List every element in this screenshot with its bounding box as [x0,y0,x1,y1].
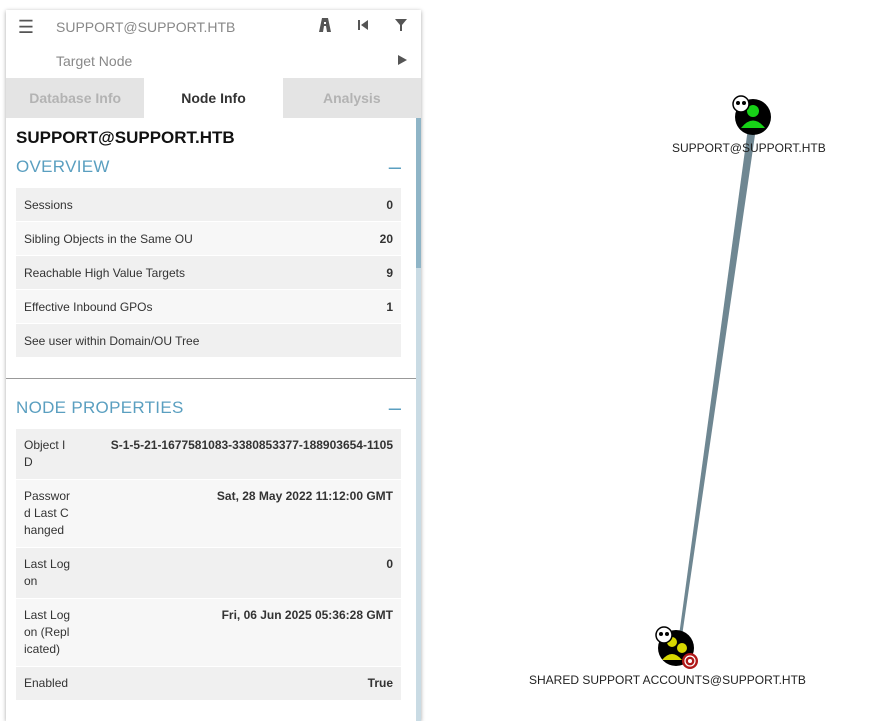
back-icon[interactable] [344,18,382,36]
high-value-target-icon [682,653,698,669]
node-info-content[interactable]: SUPPORT@SUPPORT.HTB OVERVIEW – Sessions … [6,118,416,721]
section-divider [6,378,416,379]
overview-label: Reachable High Value Targets [24,265,185,280]
properties-header[interactable]: NODE PROPERTIES – [16,395,401,421]
overview-header[interactable]: OVERVIEW – [16,154,401,180]
collapse-icon[interactable]: – [389,397,401,419]
overview-row-ou-tree[interactable]: See user within Domain/OU Tree [16,324,401,358]
overview-label: See user within Domain/OU Tree [24,333,200,348]
overview-value: 0 [386,197,393,212]
target-node-input[interactable] [46,53,306,69]
properties-title: NODE PROPERTIES [16,398,184,417]
property-row-enabled: Enabled True [16,667,401,701]
node-label-group[interactable]: SHARED SUPPORT ACCOUNTS@SUPPORT.HTB [529,673,806,687]
property-row-object-id: Object ID S-1-5-21-1677581083-3380853377… [16,429,401,480]
tab-node-info[interactable]: Node Info [144,78,283,118]
property-value: True [367,676,393,690]
tab-bar: Database Info Node Info Analysis [6,78,421,118]
search-row: ☰ [6,10,421,44]
overview-label: Sibling Objects in the Same OU [24,231,193,246]
menu-icon[interactable]: ☰ [6,17,46,38]
property-key: Last Logon (Replicated) [24,608,71,656]
overview-table: Sessions 0 Sibling Objects in the Same O… [16,188,401,358]
overview-title: OVERVIEW [16,157,110,176]
property-value: S-1-5-21-1677581083-3380853377-188903654… [110,438,393,452]
overview-row-hvt[interactable]: Reachable High Value Targets 9 [16,256,401,290]
tab-analysis[interactable]: Analysis [282,78,421,118]
node-info-panel: ☰ Database Info Node Info Analysis SUPPO… [6,10,421,721]
source-node-search-input[interactable] [46,19,306,35]
pathfinding-icon[interactable] [306,17,344,37]
graph-edge[interactable] [678,128,756,643]
overview-value: 9 [386,265,393,280]
node-group-shared-support[interactable] [655,626,698,669]
play-icon[interactable] [383,53,421,70]
property-key: Password Last Changed [24,489,71,537]
property-key: Enabled [24,676,69,690]
properties-table: Object ID S-1-5-21-1677581083-3380853377… [16,429,401,701]
overview-row-sessions[interactable]: Sessions 0 [16,188,401,222]
property-value: 0 [386,557,393,571]
overview-label: Sessions [24,197,73,212]
property-row-password-last-changed: Password Last Changed Sat, 28 May 2022 1… [16,480,401,548]
target-row [6,44,421,78]
overview-value: 20 [379,231,393,246]
owned-skull-icon [732,95,750,113]
property-value: Fri, 06 Jun 2025 05:36:28 GMT [221,608,393,622]
overview-row-gpos[interactable]: Effective Inbound GPOs 1 [16,290,401,324]
property-row-last-logon: Last Logon 0 [16,548,401,599]
node-title: SUPPORT@SUPPORT.HTB [16,128,235,147]
overview-row-siblings[interactable]: Sibling Objects in the Same OU 20 [16,222,401,256]
node-label-user[interactable]: SUPPORT@SUPPORT.HTB [672,141,826,155]
collapse-icon[interactable]: – [389,156,401,178]
filter-icon[interactable] [382,18,420,36]
property-key: Last Logon [24,557,71,588]
tab-database-info[interactable]: Database Info [6,78,145,118]
scrollbar-thumb[interactable] [416,118,421,268]
overview-value: 1 [386,299,393,314]
node-user-support[interactable] [732,95,771,135]
property-row-last-logon-replicated: Last Logon (Replicated) Fri, 06 Jun 2025… [16,599,401,667]
owned-skull-icon [655,626,673,644]
overview-label: Effective Inbound GPOs [24,299,153,314]
property-value: Sat, 28 May 2022 11:12:00 GMT [216,489,393,503]
property-key: Object ID [24,438,66,469]
